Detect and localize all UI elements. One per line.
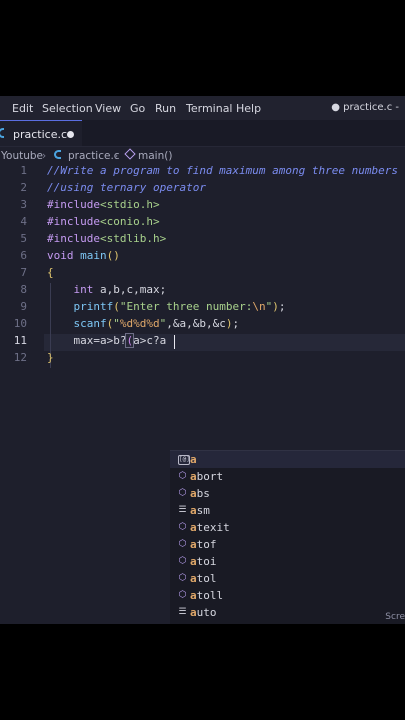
variable-icon: [@] <box>178 455 190 465</box>
menu-run[interactable]: Run <box>155 102 176 115</box>
suggestion-label: abs <box>190 487 210 500</box>
suggestion-label: _Atomic <box>190 623 236 624</box>
method-icon: ⬡ <box>178 471 187 481</box>
menu-selection[interactable]: Selection <box>42 102 93 115</box>
line-number: 10 <box>13 317 27 330</box>
code-line[interactable]: //Write a program to find maximum among … <box>47 164 398 177</box>
tab-label: practice.c <box>13 128 68 141</box>
breadcrumb: Youtube › practice.c › main() <box>0 148 405 164</box>
code-line[interactable]: //using ternary operator <box>47 181 206 194</box>
function-cube-icon <box>124 148 136 160</box>
window-title: ● practice.c - <box>331 102 399 113</box>
breadcrumb-file[interactable]: practice.c <box>68 150 120 162</box>
line-number: 8 <box>20 283 27 296</box>
line-number: 12 <box>13 351 27 364</box>
line-number: 4 <box>20 215 27 228</box>
code-line[interactable]: #include<stdlib.h> <box>47 232 166 245</box>
method-icon: ⬡ <box>178 556 187 566</box>
method-icon: ⬡ <box>178 522 187 532</box>
line-number: 5 <box>20 232 27 245</box>
menu-help[interactable]: Help <box>236 102 261 115</box>
line-number: 9 <box>20 300 27 313</box>
line-number: 11 <box>13 334 27 347</box>
breadcrumb-folder[interactable]: Youtube <box>1 150 43 162</box>
suggestion-label: auto <box>190 606 217 619</box>
method-icon: ⬡ <box>178 590 187 600</box>
suggestion-item[interactable]: [@] a <box>170 451 405 468</box>
line-number: 7 <box>20 266 27 279</box>
suggestion-item[interactable]: ⬡ abort <box>170 468 405 485</box>
tab-practice-c[interactable]: practice.c <box>0 120 82 146</box>
code-line[interactable]: scanf("%d%d%d",&a,&b,&c); <box>47 317 240 330</box>
suggestion-label: atol <box>190 572 217 585</box>
method-icon: ⬡ <box>178 488 187 498</box>
status-bar-text[interactable]: Scre <box>385 612 405 622</box>
suggestion-item[interactable]: ⬡ atol <box>170 570 405 587</box>
keyword-icon: ☰ <box>178 505 187 515</box>
suggestion-item[interactable]: ⬡ atexit <box>170 519 405 536</box>
method-icon: ⬡ <box>178 539 187 549</box>
menu-terminal[interactable]: Terminal <box>186 102 233 115</box>
c-file-icon <box>54 150 61 159</box>
menu-edit[interactable]: Edit <box>12 102 33 115</box>
breadcrumb-separator: › <box>114 150 119 162</box>
menu-bar: Edit Selection View Go Run Terminal Help… <box>0 96 405 120</box>
suggestion-label: atexit <box>190 521 230 534</box>
code-line[interactable]: } <box>47 351 54 364</box>
suggestion-label: abort <box>190 470 224 483</box>
suggestion-item[interactable]: ⬡ abs <box>170 485 405 502</box>
code-line[interactable]: #include<conio.h> <box>47 215 160 228</box>
suggestion-item[interactable]: ⬡ atoll <box>170 587 405 604</box>
line-number: 1 <box>20 164 27 177</box>
suggestion-item[interactable]: ☰ auto <box>170 604 405 621</box>
code-line[interactable]: #include<stdio.h> <box>47 198 160 211</box>
suggestion-label: a <box>190 453 197 466</box>
code-line[interactable]: int a,b,c,max; <box>47 283 167 296</box>
suggestion-item[interactable]: ☰ asm <box>170 502 405 519</box>
suggestion-label: atof <box>190 538 217 551</box>
method-icon: ⬡ <box>178 573 187 583</box>
breadcrumb-symbol[interactable]: main() <box>138 150 172 162</box>
text-cursor <box>174 335 175 349</box>
keyword-icon: ☰ <box>178 607 187 617</box>
tab-bar: practice.c <box>0 120 405 147</box>
suggestion-label: atoll <box>190 589 224 602</box>
menu-go[interactable]: Go <box>130 102 145 115</box>
code-line[interactable]: { <box>47 266 54 279</box>
unsaved-dot-icon[interactable] <box>67 131 74 138</box>
suggestion-widget[interactable]: [@] a ⬡ abort ⬡ abs ☰ asm ⬡ atexit ⬡ atof ⬡ ato… <box>170 450 405 624</box>
editor-window: Edit Selection View Go Run Terminal Help… <box>0 96 405 624</box>
code-line[interactable]: void main() <box>47 249 120 262</box>
code-line[interactable]: printf("Enter three number:\n"); <box>47 300 286 313</box>
c-file-icon <box>0 128 4 138</box>
suggestion-item[interactable]: ☰_Atomic <box>170 621 405 624</box>
line-number: 6 <box>20 249 27 262</box>
suggestion-label: asm <box>190 504 210 517</box>
breadcrumb-separator: › <box>42 150 47 162</box>
code-line[interactable]: max=a>b?(a>c?a <box>47 333 166 348</box>
line-number: 3 <box>20 198 27 211</box>
line-number: 2 <box>20 181 27 194</box>
suggestion-label: atoi <box>190 555 217 568</box>
suggestion-item[interactable]: ⬡ atoi <box>170 553 405 570</box>
suggestion-item[interactable]: ⬡ atof <box>170 536 405 553</box>
menu-view[interactable]: View <box>95 102 121 115</box>
